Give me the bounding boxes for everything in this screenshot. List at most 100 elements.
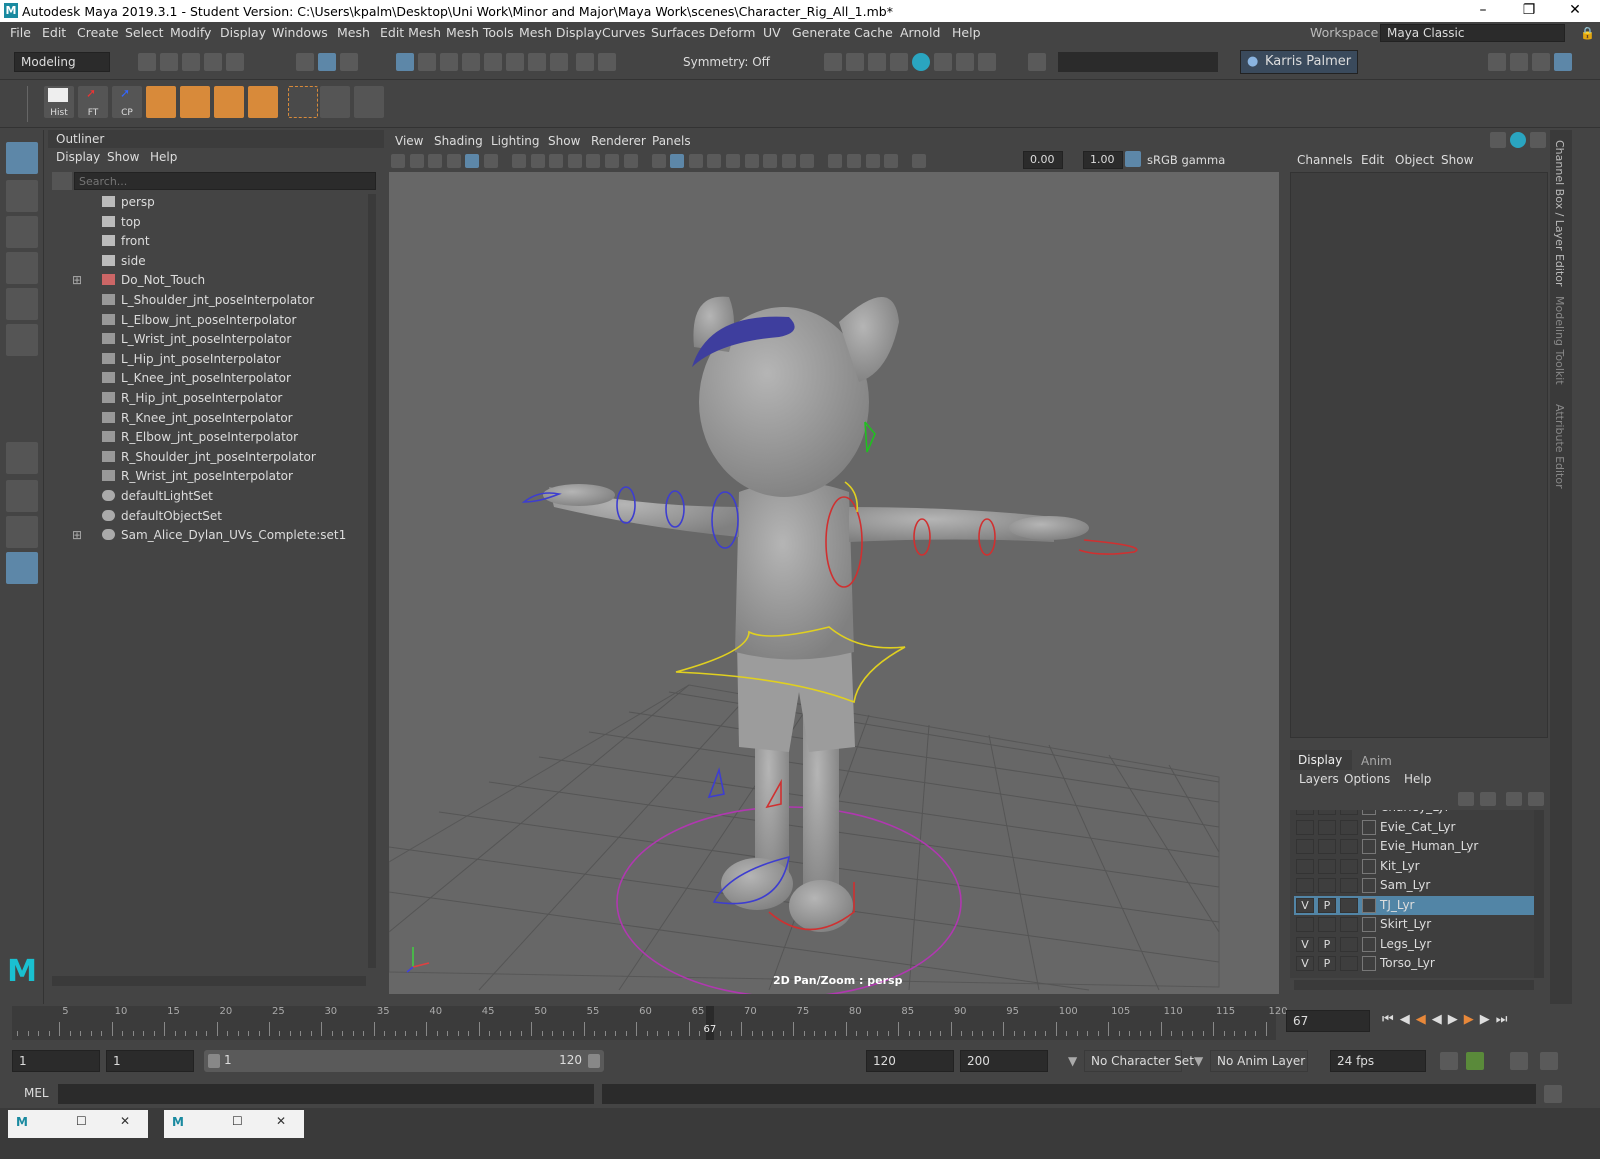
menu-mesh-tools[interactable]: Mesh Tools (446, 25, 514, 40)
layer-row[interactable]: Sam_Lyr (1294, 876, 1534, 895)
channelbox-menu-channels[interactable]: Channels (1297, 153, 1353, 167)
snap-surface-icon[interactable] (462, 53, 480, 71)
scene-start-field[interactable]: 1 (12, 1050, 100, 1072)
character-set-dropdown-icon[interactable]: ▼ (1068, 1054, 1077, 1068)
wire-on-shaded-icon[interactable] (688, 154, 703, 168)
anim-layer-select[interactable]: No Anim Layer (1210, 1050, 1308, 1072)
four-view-layout-icon[interactable] (6, 480, 38, 512)
textured-icon[interactable] (707, 154, 722, 168)
mel-input[interactable] (58, 1084, 594, 1104)
2d-pan-zoom-icon[interactable] (465, 154, 480, 168)
layer-playback-toggle[interactable]: P (1318, 897, 1336, 913)
character-set-select[interactable]: No Character Set (1084, 1050, 1194, 1072)
snap-grid-icon[interactable] (396, 53, 414, 71)
outliner-item[interactable]: L_Shoulder_jnt_poseInterpolator (102, 290, 314, 310)
exposure-field[interactable]: 0.00 (1023, 151, 1063, 169)
outliner-item[interactable]: R_Knee_jnt_poseInterpolator (102, 408, 293, 428)
expand-icon[interactable]: ⊞ (72, 525, 82, 545)
outliner-menu-help[interactable]: Help (150, 150, 177, 164)
auto-key-icon[interactable] (1466, 1052, 1484, 1070)
arnold-ipr-icon[interactable] (956, 53, 974, 71)
camera-select-icon[interactable] (391, 154, 405, 168)
layer-playback-toggle[interactable] (1318, 810, 1336, 815)
time-ruler[interactable]: 5 10 15 20 25 30 35 40 45 50 55 60 65 70 75 80 85 90 95 100… (12, 1006, 1288, 1040)
scale-tool-icon[interactable] (6, 324, 38, 356)
layer-tab-anim[interactable]: Anim (1361, 754, 1392, 768)
color-management-icon[interactable] (1125, 151, 1141, 167)
layer-visibility-toggle[interactable]: V (1296, 936, 1314, 952)
help-icon[interactable] (550, 53, 568, 71)
layer-row[interactable]: Kit_Lyr (1294, 857, 1534, 876)
image-plane-icon[interactable] (446, 154, 461, 168)
outliner-item[interactable]: R_Shoulder_jnt_poseInterpolator (102, 447, 316, 467)
paint-select-tool-icon[interactable] (6, 216, 38, 248)
rotate-tool-icon[interactable] (6, 288, 38, 320)
layer-playback-toggle[interactable]: P (1318, 936, 1336, 952)
history-icon[interactable] (528, 53, 546, 71)
symmetry-select[interactable]: Symmetry: Off (676, 52, 772, 72)
layer-type-toggle[interactable] (1340, 819, 1358, 835)
3d-viewport[interactable]: 2D Pan/Zoom : persp (389, 172, 1279, 994)
minimized-window-1[interactable]: M ☐ ✕ (8, 1110, 148, 1138)
outliner-item[interactable]: side (102, 251, 146, 271)
render-view-icon[interactable] (846, 53, 864, 71)
menu-select[interactable]: Select (125, 25, 164, 40)
layer-type-toggle[interactable] (1340, 897, 1358, 913)
layer-playback-toggle[interactable] (1318, 819, 1336, 835)
outliner-item[interactable]: R_Wrist_jnt_poseInterpolator (102, 466, 293, 486)
attribute-toggle-icon[interactable] (1510, 132, 1526, 148)
menu-uv[interactable]: UV (763, 25, 781, 40)
outliner-item[interactable]: R_Elbow_jnt_poseInterpolator (102, 427, 298, 447)
grid-icon[interactable] (320, 86, 350, 118)
quick-input-field[interactable] (1058, 52, 1218, 72)
close-button[interactable]: ✕ (1552, 0, 1598, 22)
move-tool-icon[interactable] (6, 252, 38, 284)
move-layer-up-icon[interactable] (1458, 792, 1474, 806)
layer-visibility-toggle[interactable]: V (1296, 897, 1314, 913)
smooth-shade-icon[interactable] (670, 154, 685, 168)
layer-color-swatch[interactable] (1362, 956, 1376, 971)
render-frame-icon[interactable] (824, 53, 842, 71)
layer-type-toggle[interactable] (1340, 839, 1358, 854)
outliner-item[interactable]: ⊞ Do_Not_Touch (72, 270, 205, 290)
tool-settings-icon[interactable] (1532, 53, 1550, 71)
layer-visibility-toggle[interactable] (1296, 858, 1314, 874)
channelbox-menu-show[interactable]: Show (1441, 153, 1473, 167)
layer-menu-help[interactable]: Help (1404, 772, 1431, 786)
menu-display[interactable]: Display (220, 25, 266, 40)
render-settings-icon[interactable] (890, 53, 908, 71)
save-scene-icon[interactable] (182, 53, 200, 71)
safe-title-icon[interactable] (623, 154, 638, 168)
snap-live-icon[interactable] (506, 53, 524, 71)
go-to-start-icon[interactable]: ⏮ (1382, 1012, 1400, 1027)
open-scene-icon[interactable] (160, 53, 178, 71)
layer-type-toggle[interactable] (1340, 936, 1358, 952)
outliner-item[interactable]: defaultObjectSet (102, 506, 222, 526)
outliner-item[interactable]: front (102, 231, 150, 251)
channelbox-menu-edit[interactable]: Edit (1361, 153, 1384, 167)
menu-modify[interactable]: Modify (170, 25, 211, 40)
viewport-menu-show[interactable]: Show (548, 134, 580, 148)
play-forwards-icon[interactable]: ▶ (1448, 1012, 1464, 1027)
poly-box-icon[interactable] (180, 86, 210, 118)
layer-row[interactable]: Skirt_Lyr (1294, 915, 1534, 934)
layer-playback-toggle[interactable] (1318, 858, 1336, 874)
animation-prefs-icon[interactable] (1510, 1052, 1528, 1070)
layer-color-swatch[interactable] (1362, 936, 1376, 952)
layer-color-swatch[interactable] (1362, 810, 1376, 815)
script-editor-icon[interactable] (1544, 1085, 1562, 1103)
menu-mesh[interactable]: Mesh (337, 25, 370, 40)
lasso-tool-icon[interactable] (6, 180, 38, 212)
merge-vertices-icon[interactable] (288, 86, 318, 118)
select-tool-icon[interactable] (6, 142, 38, 174)
range-start-handle[interactable] (208, 1054, 220, 1068)
gate-mask-icon[interactable] (567, 154, 582, 168)
extract-icon[interactable] (214, 86, 244, 118)
layer-type-toggle[interactable] (1340, 878, 1358, 893)
restore-button[interactable]: ❐ (1506, 0, 1552, 22)
sculpt-icon[interactable] (354, 86, 384, 118)
viewport-menu-view[interactable]: View (395, 134, 423, 148)
workspace-select[interactable]: Maya Classic (1380, 24, 1565, 42)
go-to-end-icon[interactable]: ⏭ (1496, 1012, 1514, 1027)
viewport-menu-lighting[interactable]: Lighting (491, 134, 540, 148)
